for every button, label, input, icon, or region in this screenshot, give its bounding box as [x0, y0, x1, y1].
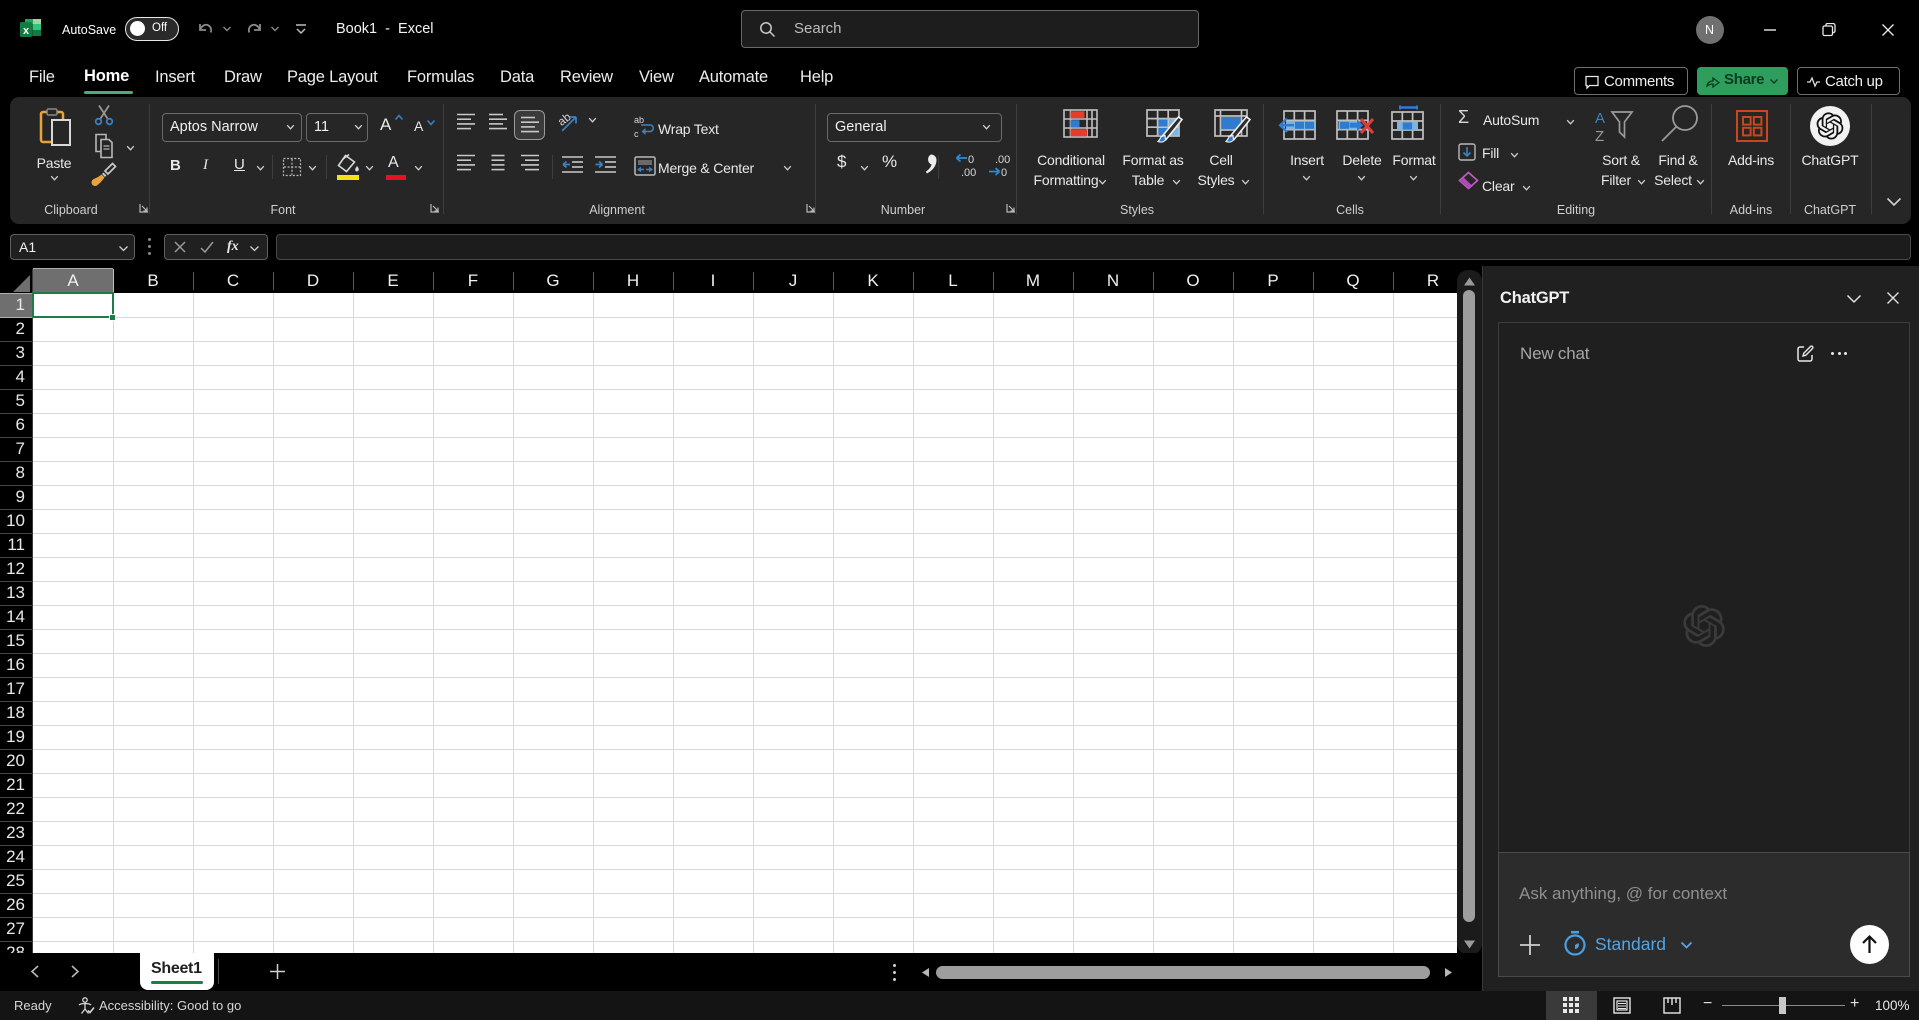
svg-text:Z: Z: [1595, 128, 1604, 144]
svg-text:x: x: [23, 25, 30, 37]
svg-text:ab: ab: [556, 111, 573, 128]
svg-text:A: A: [1595, 110, 1605, 127]
svg-text:.00: .00: [961, 167, 976, 178]
svg-text:0: 0: [968, 154, 974, 166]
svg-text:.00: .00: [995, 154, 1010, 166]
svg-text:0: 0: [1001, 167, 1007, 178]
svg-text:c: c: [634, 129, 639, 139]
svg-text:ab: ab: [634, 115, 644, 125]
